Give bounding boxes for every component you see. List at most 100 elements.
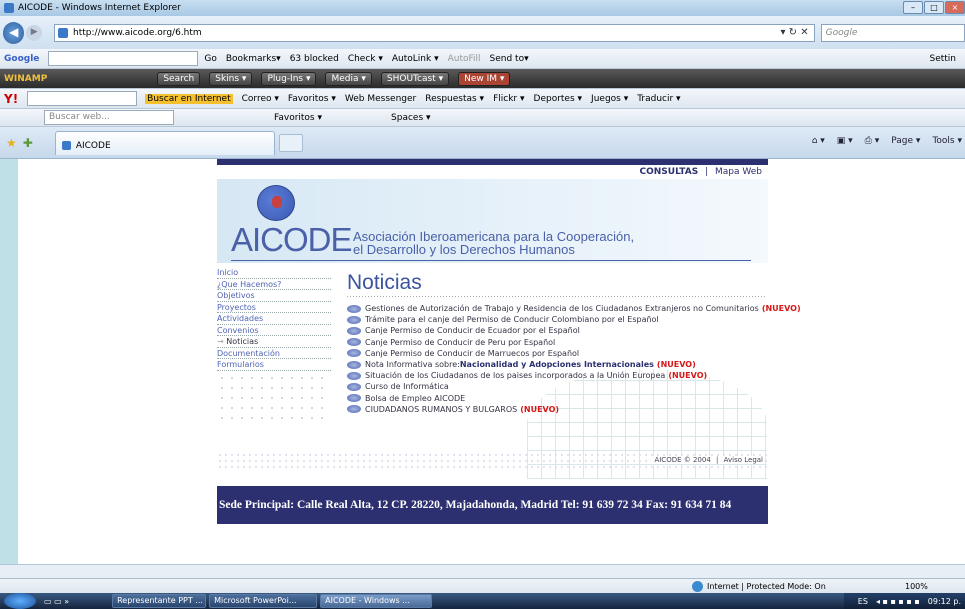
menu-proyectos[interactable]: Proyectos xyxy=(217,302,331,313)
yahoo-juegos[interactable]: Juegos ▾ xyxy=(591,94,628,104)
menu-noticias[interactable]: Noticias xyxy=(217,336,331,348)
menu-objetivos[interactable]: Objetivos xyxy=(217,290,331,302)
page-icon xyxy=(58,27,69,38)
task-powerpoint-2[interactable]: Microsoft PowerPoi... xyxy=(209,594,318,608)
yahoo-correo[interactable]: Correo ▾ xyxy=(242,94,279,104)
news-item[interactable]: Canje Permiso de Conducir de Marruecos p… xyxy=(347,348,767,359)
add-favorite-icon[interactable]: ✚ xyxy=(23,136,33,150)
news-item[interactable]: Nota Informativa sobre: Nacionalidad y A… xyxy=(347,359,767,370)
back-button[interactable]: ◀ xyxy=(3,21,25,44)
yahoo-favoritos[interactable]: Favoritos ▾ xyxy=(288,94,336,104)
google-logo[interactable]: Google xyxy=(4,54,39,64)
refresh-stop-icons[interactable]: ▾ ↻ ✕ xyxy=(780,25,808,41)
google-blocked[interactable]: 63 blocked xyxy=(290,54,339,64)
security-zone[interactable]: Internet | Protected Mode: On xyxy=(692,580,826,592)
yahoo-logo[interactable]: Y! xyxy=(4,92,18,106)
page-heading: Noticias xyxy=(347,271,422,294)
winamp-plugins[interactable]: Plug-Ins ▾ xyxy=(261,71,317,86)
consultas-link[interactable]: CONSULTAS xyxy=(639,167,698,177)
association-line2: el Desarrollo y los Derechos Humanos xyxy=(353,242,575,257)
language-indicator[interactable]: ES xyxy=(858,597,868,606)
close-button[interactable]: × xyxy=(945,1,965,14)
page-menu[interactable]: Page ▾ xyxy=(891,136,920,146)
menu-que-hacemos[interactable]: ¿Que Hacemos? xyxy=(217,279,331,290)
winamp-shoutcast[interactable]: SHOUTcast ▾ xyxy=(380,71,450,86)
yahoo-search-input[interactable] xyxy=(27,91,138,106)
news-item[interactable]: CIUDADANOS RUMANOS Y BULGAROS (NUEVO) xyxy=(347,404,767,415)
task-powerpoint-1[interactable]: Representante PPT ... xyxy=(112,594,207,608)
google-check[interactable]: Check ▾ xyxy=(348,54,383,64)
yahoo-deportes[interactable]: Deportes ▾ xyxy=(534,94,583,104)
favorites-star-icon[interactable]: ★ xyxy=(6,136,17,150)
ie-icon xyxy=(4,3,14,13)
news-item[interactable]: Gestiones de Autorización de Trabajo y R… xyxy=(347,303,801,314)
google-go[interactable]: Go xyxy=(204,54,216,64)
google-autofill[interactable]: AutoFill xyxy=(448,54,481,64)
bullet-icon xyxy=(347,338,361,347)
page-viewport: CONSULTAS | Mapa Web AICODE Asociación I… xyxy=(18,159,965,564)
winamp-search-button[interactable]: Search xyxy=(157,71,201,86)
winamp-toolbar: WINAMP Search Skins ▾ Plug-Ins ▾ Media ▾… xyxy=(0,69,965,89)
zoom-level[interactable]: 100% xyxy=(905,582,928,591)
yahoo-respuestas[interactable]: Respuestas ▾ xyxy=(425,94,484,104)
yahoo-flickr[interactable]: Flickr ▾ xyxy=(493,94,524,104)
google-search-input[interactable] xyxy=(48,51,199,66)
status-spacer xyxy=(0,564,965,578)
status-bar: Internet | Protected Mode: On 100% xyxy=(0,578,965,593)
search-field[interactable]: Google xyxy=(820,23,965,42)
maximize-button[interactable]: □ xyxy=(924,1,944,14)
menu-documentacion[interactable]: Documentación xyxy=(217,348,331,359)
banner: AICODE Asociación Iberoamericana para la… xyxy=(217,179,768,263)
live-favoritos[interactable]: Favoritos ▾ xyxy=(274,113,322,123)
aviso-legal-link[interactable]: Aviso Legal xyxy=(720,456,763,464)
bullet-icon xyxy=(347,371,361,380)
mapa-web-link[interactable]: Mapa Web xyxy=(715,167,762,177)
news-item[interactable]: Bolsa de Empleo AICODE xyxy=(347,393,767,404)
menu-formularios[interactable]: Formularios xyxy=(217,359,331,371)
address-field[interactable]: http://www.aicode.org/6.htm ▾ ↻ ✕ xyxy=(54,23,815,42)
clock[interactable]: 09:12 p. xyxy=(928,597,961,606)
feeds-icon[interactable]: ▣ ▾ xyxy=(837,136,853,146)
winamp-skins[interactable]: Skins ▾ xyxy=(209,71,253,86)
new-tab-button[interactable] xyxy=(278,133,303,152)
news-item[interactable]: Situación de los Ciudadanos de los paise… xyxy=(347,370,767,381)
google-autolink[interactable]: AutoLink ▾ xyxy=(392,54,439,64)
bullet-icon xyxy=(347,394,361,403)
address-toolbar: ◀ ▶ http://www.aicode.org/6.htm ▾ ↻ ✕ Go… xyxy=(0,16,965,49)
menu-inicio[interactable]: Inicio xyxy=(217,267,331,279)
google-sendto[interactable]: Send to▾ xyxy=(490,54,529,64)
live-toolbar: Buscar web... Favoritos ▾ Spaces ▾ xyxy=(0,109,965,127)
news-item[interactable]: Canje Permiso de Conducir de Peru por Es… xyxy=(347,337,767,348)
winamp-newim[interactable]: New IM ▾ xyxy=(458,71,511,86)
quicklaunch-icons[interactable]: ▭ ▭ » xyxy=(44,597,69,606)
news-item[interactable]: Trámite para el canje del Permiso de Con… xyxy=(347,314,767,325)
print-icon[interactable]: ⎙ ▾ xyxy=(865,136,880,146)
yahoo-messenger[interactable]: Web Messenger xyxy=(345,94,416,104)
google-settings[interactable]: Settin xyxy=(929,54,956,64)
start-orb-icon[interactable] xyxy=(4,593,36,609)
forward-button[interactable]: ▶ xyxy=(26,24,43,41)
live-search-input[interactable]: Buscar web... xyxy=(44,110,174,125)
tab-aicode[interactable]: AICODE xyxy=(54,130,275,155)
taskbar: ▭ ▭ » Representante PPT ... Microsoft Po… xyxy=(0,593,965,609)
news-item[interactable]: Curso de Informática xyxy=(347,381,767,392)
association-name: Asociación Iberoamericana para la Cooper… xyxy=(353,230,634,256)
menu-convenios[interactable]: Convenios xyxy=(217,325,331,336)
live-spaces[interactable]: Spaces ▾ xyxy=(391,113,431,123)
yahoo-traducir[interactable]: Traducir ▾ xyxy=(637,94,680,104)
tools-menu[interactable]: Tools ▾ xyxy=(932,136,962,146)
zone-text: Internet | Protected Mode: On xyxy=(707,581,826,591)
home-icon[interactable]: ⌂ ▾ xyxy=(812,136,825,146)
bullet-icon xyxy=(347,360,361,369)
google-bookmarks[interactable]: Bookmarks▾ xyxy=(226,54,281,64)
minimize-button[interactable]: – xyxy=(903,1,923,14)
news-item[interactable]: Canje Permiso de Conducir de Ecuador por… xyxy=(347,325,767,336)
yahoo-search-button[interactable]: Buscar en Internet xyxy=(145,93,233,104)
bullet-icon xyxy=(347,382,361,391)
tray-icons[interactable]: ◂ ▪ ▪ ▪ ▪ ▪ xyxy=(876,597,920,606)
winamp-media[interactable]: Media ▾ xyxy=(325,71,372,86)
ie-tab-icon xyxy=(61,141,71,150)
tab-label: AICODE xyxy=(75,140,111,151)
menu-actividades[interactable]: Actividades xyxy=(217,313,331,325)
task-ie[interactable]: AICODE - Windows ... xyxy=(320,594,433,608)
